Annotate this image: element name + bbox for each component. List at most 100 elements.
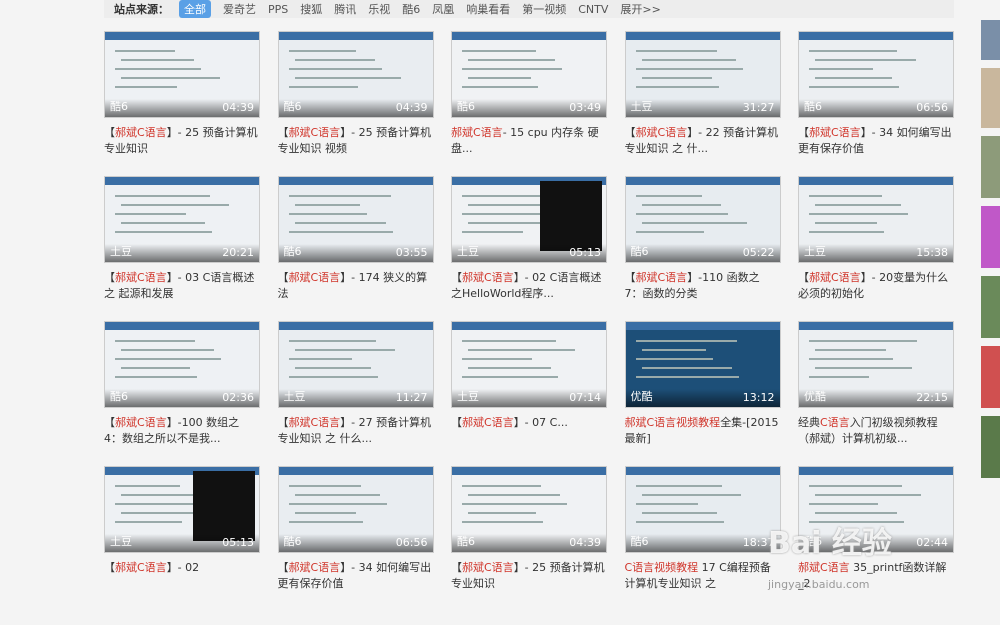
video-title-link[interactable]: 【郝斌C语言】- 27 预备计算机专业知识 之 什么... [278, 415, 434, 447]
video-title-link[interactable]: 【郝斌C语言】- 174 狭义的算法 [278, 270, 434, 302]
video-card[interactable]: 土豆 15:38 【郝斌C语言】- 20变量为什么必须的初始化 [798, 176, 954, 302]
video-title-link[interactable]: 【郝斌C语言】- 22 预备计算机专业知识 之 什... [625, 125, 781, 157]
filter-sohu[interactable]: 搜狐 [300, 1, 322, 17]
thumbnail-window-titlebar [799, 32, 953, 40]
video-title-link[interactable]: 【郝斌C语言】- 25 预备计算机专业知识 [451, 560, 607, 592]
video-title-link[interactable]: 【郝斌C语言】- 34 如何编写出更有保存价值 [278, 560, 434, 592]
video-thumbnail[interactable]: 土豆 07:14 [451, 321, 607, 408]
video-card[interactable]: 酷6 06:56 【郝斌C语言】- 34 如何编写出更有保存价值 [277, 466, 434, 592]
video-duration: 13:12 [742, 391, 775, 404]
video-card[interactable]: 土豆 31:27 【郝斌C语言】- 22 预备计算机专业知识 之 什... [624, 31, 781, 157]
video-thumbnail[interactable]: 酷6 18:37 [624, 466, 781, 553]
video-title-link[interactable]: 【郝斌C语言】-100 数组之 4：数组之所以不是我... [104, 415, 260, 447]
thumbnail-text-line [288, 376, 378, 378]
thumbnail-text-line [635, 68, 743, 70]
video-title-link[interactable]: 【郝斌C语言】- 02 [104, 560, 260, 592]
video-title-link[interactable]: 郝斌C语言视频教程全集-[2015最新] [625, 415, 781, 447]
filter-tencent[interactable]: 腾讯 [334, 1, 356, 17]
side-thumbnail[interactable] [981, 416, 1000, 478]
video-title-link[interactable]: 【郝斌C语言】- 25 预备计算机专业知识 [104, 125, 260, 157]
side-thumbnail[interactable] [981, 346, 1000, 408]
video-card[interactable]: 酷6 05:22 【郝斌C语言】-110 函数之 7：函数的分类 [624, 176, 781, 302]
side-thumbnail[interactable] [981, 206, 1000, 268]
video-thumbnail[interactable]: 土豆 05:13 [104, 466, 260, 553]
video-title-link[interactable]: 【郝斌C语言】- 20变量为什么必须的初始化 [798, 270, 954, 302]
video-card[interactable]: 土豆 07:14 【郝斌C语言】- 07 C... [451, 321, 607, 447]
video-title-link[interactable]: 经典C语言入门初级视频教程（郝斌）计算机初级... [798, 415, 954, 447]
filter-cntv[interactable]: CNTV [578, 3, 608, 16]
title-highlight: 郝斌C语言 [635, 126, 688, 139]
thumbnail-text-line [635, 358, 713, 360]
video-card[interactable]: 酷6 18:37 C语言视频教程 17 C编程预备计算机专业知识 之 [624, 466, 781, 592]
video-title-link[interactable]: 【郝斌C语言】- 25 预备计算机专业知识 视频 [278, 125, 434, 157]
filter-ku6[interactable]: 酷6 [402, 1, 420, 17]
video-thumbnail[interactable]: 酷6 04:39 [277, 31, 434, 118]
video-card[interactable]: 土豆 11:27 【郝斌C语言】- 27 预备计算机专业知识 之 什么... [277, 321, 434, 447]
thumbnail-text-line [815, 204, 901, 206]
video-thumbnail[interactable]: 土豆 15:38 [798, 176, 954, 263]
video-card[interactable]: 酷6 03:55 【郝斌C语言】- 174 狭义的算法 [277, 176, 434, 302]
video-duration: 04:39 [569, 536, 601, 549]
video-source-label: 酷6 [630, 245, 649, 258]
video-thumbnail[interactable]: 优酷 22:15 [798, 321, 954, 408]
video-thumbnail[interactable]: 土豆 31:27 [624, 31, 781, 118]
video-title-link[interactable]: 郝斌C语言- 15 cpu 内存条 硬盘... [451, 125, 607, 157]
video-card[interactable]: 酷6 04:39 【郝斌C语言】- 25 预备计算机专业知识 [451, 466, 607, 592]
side-thumbnail[interactable] [981, 276, 1000, 338]
filter-xiangchao[interactable]: 响巢看看 [466, 1, 510, 17]
title-prefix: 【 [451, 416, 462, 429]
video-duration: 05:13 [569, 246, 601, 259]
filter-ifeng[interactable]: 凤凰 [432, 1, 454, 17]
video-card[interactable]: 优酷 22:15 经典C语言入门初级视频教程（郝斌）计算机初级... [798, 321, 954, 447]
title-highlight: 郝斌C语言 [288, 561, 341, 574]
video-title-link[interactable]: 【郝斌C语言】- 03 C语言概述之 起源和发展 [104, 270, 260, 302]
thumbnail-text-line [809, 340, 917, 342]
side-thumbnail[interactable] [981, 136, 1000, 198]
video-title-link[interactable]: C语言视频教程 17 C编程预备计算机专业知识 之 [625, 560, 781, 592]
video-thumbnail[interactable]: 酷6 03:55 [277, 176, 434, 263]
filter-expand[interactable]: 展开>> [620, 1, 660, 17]
title-prefix: 【 [798, 126, 809, 139]
video-card[interactable]: 优酷 13:12 郝斌C语言视频教程全集-[2015最新] [624, 321, 781, 447]
video-card[interactable]: 土豆 05:13 【郝斌C语言】- 02 [104, 466, 260, 592]
video-thumbnail[interactable]: 土豆 05:13 [451, 176, 607, 263]
filter-iqiyi[interactable]: 爱奇艺 [223, 1, 256, 17]
thumbnail-text-line [462, 50, 536, 52]
video-thumbnail[interactable]: 酷6 03:49 [451, 31, 607, 118]
filter-all[interactable]: 全部 [179, 0, 211, 18]
thumbnail-text-line [809, 213, 908, 215]
video-card[interactable]: 土豆 05:13 【郝斌C语言】- 02 C语言概述之HelloWorld程序... [451, 176, 607, 302]
video-thumbnail[interactable]: 酷6 06:56 [277, 466, 434, 553]
video-source-label: 土豆 [110, 535, 132, 548]
video-thumbnail[interactable]: 酷6 02:36 [104, 321, 260, 408]
video-title-link[interactable]: 【郝斌C语言】-110 函数之 7：函数的分类 [625, 270, 781, 302]
video-card[interactable]: 酷6 04:39 【郝斌C语言】- 25 预备计算机专业知识 [104, 31, 260, 157]
video-card[interactable]: 酷6 02:36 【郝斌C语言】-100 数组之 4：数组之所以不是我... [104, 321, 260, 447]
video-thumbnail[interactable]: 酷6 05:22 [624, 176, 781, 263]
thumbnail-text-line [462, 376, 558, 378]
video-thumbnail[interactable]: 酷6 06:56 [798, 31, 954, 118]
video-card[interactable]: 土豆 20:21 【郝斌C语言】- 03 C语言概述之 起源和发展 [104, 176, 260, 302]
video-thumbnail[interactable]: 酷6 04:39 [104, 31, 260, 118]
video-card[interactable]: 酷6 04:39 【郝斌C语言】- 25 预备计算机专业知识 视频 [277, 31, 434, 157]
thumbnail-text-line [815, 77, 892, 79]
video-card[interactable]: 酷6 03:49 郝斌C语言- 15 cpu 内存条 硬盘... [451, 31, 607, 157]
video-source-label: 酷6 [110, 100, 128, 113]
thumbnail-text-line [294, 349, 395, 351]
thumbnail-text-line [288, 358, 352, 360]
filter-pps[interactable]: PPS [268, 3, 288, 16]
filter-letv[interactable]: 乐视 [368, 1, 390, 17]
video-thumbnail[interactable]: 优酷 13:12 [624, 321, 781, 408]
video-title-link[interactable]: 【郝斌C语言】- 02 C语言概述之HelloWorld程序... [451, 270, 607, 302]
title-highlight: 郝斌C语言 [288, 126, 341, 139]
video-card[interactable]: 酷6 06:56 【郝斌C语言】- 34 如何编写出更有保存价值 [798, 31, 954, 157]
filter-v1[interactable]: 第一视频 [522, 1, 566, 17]
side-thumbnail[interactable] [981, 68, 1000, 128]
video-thumbnail[interactable]: 土豆 20:21 [104, 176, 260, 263]
side-thumbnail[interactable] [981, 20, 1000, 60]
video-title-link[interactable]: 【郝斌C语言】- 34 如何编写出更有保存价值 [798, 125, 954, 157]
video-thumbnail[interactable]: 土豆 11:27 [277, 321, 434, 408]
video-duration: 31:27 [742, 101, 775, 114]
video-title-link[interactable]: 【郝斌C语言】- 07 C... [451, 415, 607, 447]
video-thumbnail[interactable]: 酷6 04:39 [451, 466, 607, 553]
